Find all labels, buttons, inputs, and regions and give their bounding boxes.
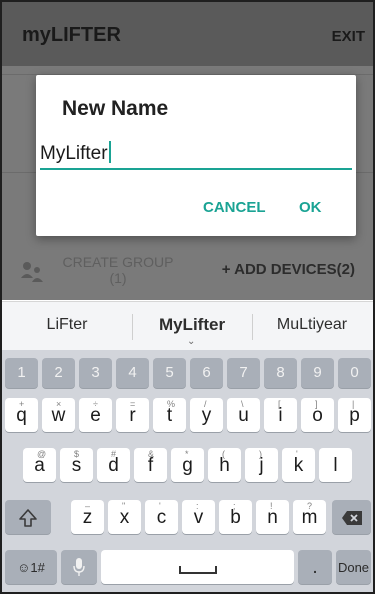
space-key[interactable] <box>101 550 294 584</box>
key-s[interactable]: $ s <box>60 448 93 482</box>
exit-button[interactable]: EXIT <box>332 28 365 45</box>
key-i[interactable]: [i <box>264 398 297 432</box>
shift-icon <box>19 509 37 527</box>
key-label: p <box>349 405 360 426</box>
key-m[interactable]: ? m <box>293 500 326 534</box>
key-u[interactable]: \ u <box>227 398 260 432</box>
input-underline <box>40 168 352 170</box>
ok-button[interactable]: OK <box>299 199 322 216</box>
key-f[interactable]: & f <box>134 448 167 482</box>
name-input[interactable]: MyLifter <box>40 141 111 165</box>
key-alt-label: ! <box>270 501 273 511</box>
key-z[interactable]: – z <box>71 500 104 534</box>
key-8[interactable]: 8 <box>264 358 297 388</box>
key-alt-label: * <box>185 449 189 459</box>
key-alt-label: ? <box>307 501 313 511</box>
key-x[interactable]: " x <box>108 500 141 534</box>
key-alt-label: ' <box>159 501 161 511</box>
done-key[interactable]: Done <box>336 550 371 584</box>
shift-key[interactable] <box>5 500 51 534</box>
key-2[interactable]: 2 <box>42 358 75 388</box>
key-h[interactable]: (h <box>208 448 241 482</box>
key-y[interactable]: / y <box>190 398 223 432</box>
key-alt-label: & <box>148 449 155 459</box>
create-group-label: CREATE GROUP <box>62 254 174 270</box>
key-6[interactable]: 6 <box>190 358 223 388</box>
key-5[interactable]: 5 <box>153 358 186 388</box>
key-alt-label: – <box>85 501 91 511</box>
create-group-count: (1) <box>109 270 127 286</box>
key-alt-label: % <box>167 399 176 409</box>
key-9[interactable]: 9 <box>301 358 334 388</box>
key-alt-label: @ <box>37 449 47 459</box>
group-icon <box>21 262 43 282</box>
space-icon <box>178 566 217 574</box>
suggestion-item-selected[interactable]: MyLifter <box>132 315 252 335</box>
key-alt-label: ) <box>259 449 262 459</box>
rename-dialog: New Name MyLifter CANCEL OK <box>36 75 356 236</box>
key-4[interactable]: 4 <box>116 358 149 388</box>
key-alt-label: # <box>111 449 117 459</box>
suggestion-item[interactable]: LiFter <box>12 316 122 334</box>
key-alt-label: $ <box>74 449 80 459</box>
chevron-down-icon[interactable]: ⌄ <box>187 336 195 347</box>
key-k[interactable]: ' k <box>282 448 315 482</box>
suggestion-item[interactable]: MuLtiyear <box>252 316 372 334</box>
key-alt-label: ; <box>233 501 236 511</box>
key-r[interactable]: = r <box>116 398 149 432</box>
key-alt-label: = <box>130 399 136 409</box>
key-alt-label: : <box>196 501 199 511</box>
key-g[interactable]: * g <box>171 448 204 482</box>
key-e[interactable]: ÷ e <box>79 398 112 432</box>
text-cursor <box>108 141 111 163</box>
key-0[interactable]: 0 <box>338 358 371 388</box>
key-alt-label: " <box>122 501 126 511</box>
create-group-button[interactable]: CREATE GROUP (1) <box>58 254 178 286</box>
app-bar: myLIFTER EXIT <box>2 2 373 66</box>
key-a[interactable]: @ a <box>23 448 56 482</box>
key-v[interactable]: :v <box>182 500 215 534</box>
key-label: l <box>333 455 338 476</box>
key-j[interactable]: ) j <box>245 448 278 482</box>
symbols-key[interactable]: ☺1# <box>5 550 57 584</box>
key-q[interactable]: + q <box>5 398 38 432</box>
backspace-icon <box>341 511 362 525</box>
key-alt-label: ] <box>315 399 318 409</box>
add-devices-button[interactable]: + ADD DEVICES(2) <box>222 261 355 278</box>
app-title: myLIFTER <box>22 24 121 46</box>
cancel-button[interactable]: CANCEL <box>203 199 266 216</box>
key-alt-label: / <box>204 399 207 409</box>
key-t[interactable]: % t <box>153 398 186 432</box>
key-w[interactable]: × w <box>42 398 75 432</box>
suggestion-strip: LiFter MyLifter ⌄ MuLtiyear <box>2 301 373 350</box>
key-l[interactable]: l <box>319 448 352 482</box>
key-b[interactable]: ; b <box>219 500 252 534</box>
key-alt-label: ÷ <box>93 399 98 409</box>
key-o[interactable]: ] o <box>301 398 334 432</box>
key-alt-label: ' <box>296 449 298 459</box>
key-alt-label: ( <box>222 449 225 459</box>
key-alt-label: [ <box>278 399 281 409</box>
name-input-text: MyLifter <box>40 143 108 164</box>
key-alt-label: \ <box>241 399 244 409</box>
backspace-key[interactable] <box>332 500 371 534</box>
microphone-icon <box>73 558 85 576</box>
key-p[interactable]: | p <box>338 398 371 432</box>
key-alt-label: | <box>352 399 355 409</box>
soft-keyboard: 1 2 3 4 5 6 7 8 9 0 + q × w ÷ e = r % t / y \ u… <box>2 350 373 592</box>
key-1[interactable]: 1 <box>5 358 38 388</box>
key-7[interactable]: 7 <box>227 358 260 388</box>
dialog-title: New Name <box>62 97 169 120</box>
key-alt-label: + <box>19 399 25 409</box>
key-d[interactable]: # d <box>97 448 130 482</box>
device-screen: myLIFTER EXIT CREATE GROUP (1) + ADD DEV… <box>0 0 375 594</box>
key-c[interactable]: ' c <box>145 500 178 534</box>
key-alt-label: × <box>56 399 62 409</box>
period-key[interactable]: . <box>298 550 332 584</box>
key-n[interactable]: ! n <box>256 500 289 534</box>
key-3[interactable]: 3 <box>79 358 112 388</box>
voice-input-key[interactable] <box>61 550 97 584</box>
